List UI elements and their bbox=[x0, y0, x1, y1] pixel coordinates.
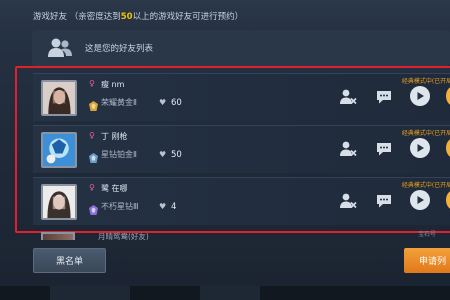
friend-list-title: 这是您的好友列表 bbox=[85, 44, 154, 54]
people-icon bbox=[47, 37, 73, 59]
header-note-before: （亲密度达到 bbox=[69, 12, 121, 22]
blacklist-button[interactable]: 黑名单 bbox=[33, 248, 106, 273]
friends-screen: 游戏好友 （亲密度达到50以上的游戏好友可进行预约） 这是您的好友列表 ♀ 瘦 … bbox=[0, 0, 450, 300]
header-note-after: 以上的游戏好友可进行预约） bbox=[132, 12, 244, 22]
footer-strip bbox=[0, 286, 450, 300]
header-prefix: 游戏好友 bbox=[33, 12, 68, 22]
intimacy-threshold: 50 bbox=[120, 12, 133, 22]
highlight-annotation-box bbox=[15, 66, 450, 233]
request-list-button[interactable]: 申请列 bbox=[404, 248, 450, 273]
partial-status: 宝石号 bbox=[418, 231, 437, 238]
header-title: 游戏好友 （亲密度达到50以上的游戏好友可进行预约） bbox=[33, 10, 243, 22]
